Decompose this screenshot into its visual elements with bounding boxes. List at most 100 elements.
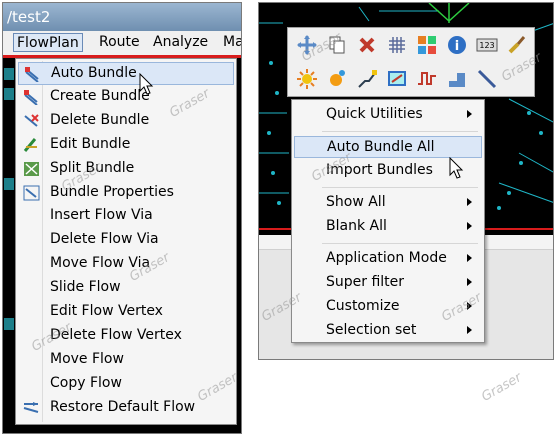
context-item-label: Blank All <box>326 218 387 234</box>
step-icon[interactable] <box>446 68 468 90</box>
context-item-selection-set[interactable]: Selection set <box>294 320 482 342</box>
menu-separator <box>322 243 478 244</box>
menu-item-label: Delete Flow Via <box>50 231 159 248</box>
line-icon[interactable] <box>476 68 498 90</box>
menu-analyze[interactable]: Analyze <box>153 33 208 52</box>
context-item-label: Application Mode <box>326 250 447 266</box>
canvas-window: i 123 Quick Utilities Auto Bundle All Impor… <box>258 2 554 360</box>
mouse-cursor-icon <box>449 157 464 179</box>
zoom-fit-icon[interactable] <box>386 68 408 90</box>
window-title: /test2 <box>3 3 241 31</box>
menu-item-label: Restore Default Flow <box>50 398 196 415</box>
context-item-label: Import Bundles <box>326 162 433 178</box>
submenu-arrow-icon <box>467 254 472 262</box>
info-icon[interactable]: i <box>446 34 468 56</box>
menu-item-delete-bundle[interactable]: Delete Bundle <box>18 110 234 133</box>
menu-item-copy-flow[interactable]: Copy Flow <box>18 373 234 396</box>
submenu-arrow-icon <box>467 278 472 286</box>
grid-icon[interactable] <box>386 34 408 56</box>
context-item-label: Auto Bundle All <box>327 139 435 155</box>
context-item-label: Super filter <box>326 274 405 290</box>
context-item-label: Selection set <box>326 322 417 338</box>
menu-item-label: Edit Flow Vertex <box>50 303 163 319</box>
brush-icon[interactable] <box>506 34 528 56</box>
menu-item-edit-flow-vertex[interactable]: Edit Flow Vertex <box>18 301 234 324</box>
floating-toolbar: i 123 <box>287 27 535 97</box>
context-item-label: Show All <box>326 194 386 210</box>
delete-icon[interactable] <box>356 34 378 56</box>
menu-item-delete-flow-via[interactable]: Delete Flow Via <box>18 229 234 252</box>
submenu-arrow-icon <box>467 326 472 334</box>
context-item-application-mode[interactable]: Application Mode <box>294 248 482 270</box>
copy-icon[interactable] <box>326 34 348 56</box>
menu-item-label: Copy Flow <box>50 374 122 391</box>
menu-item-delete-flow-vertex[interactable]: Delete Flow Vertex <box>18 325 234 348</box>
menu-item-restore-default-flow[interactable]: Restore Default Flow <box>18 397 234 420</box>
bundle-edit-icon <box>23 137 40 153</box>
context-item-auto-bundle-all[interactable]: Auto Bundle All <box>294 136 482 158</box>
submenu-arrow-icon <box>467 110 472 118</box>
context-item-blank-all[interactable]: Blank All <box>294 216 482 238</box>
menu-item-slide-flow[interactable]: Slide Flow <box>18 277 234 300</box>
menu-separator <box>322 187 478 188</box>
connect-icon[interactable] <box>356 68 378 90</box>
menu-item-label: Split Bundle <box>50 159 135 176</box>
menu-item-label: Move Flow <box>50 350 124 367</box>
menu-item-move-flow[interactable]: Move Flow <box>18 349 234 372</box>
menu-item-label: Delete Flow Vertex <box>50 326 182 343</box>
canvas-mark <box>4 88 14 100</box>
canvas-mark <box>4 68 14 80</box>
canvas-mark <box>4 318 14 330</box>
context-item-customize[interactable]: Customize <box>294 296 482 318</box>
svg-text:123: 123 <box>479 41 494 50</box>
menu-separator <box>322 131 478 132</box>
bundle-delete-icon <box>23 113 40 129</box>
svg-text:i: i <box>455 39 459 54</box>
menu-item-label: Bundle Properties <box>50 183 174 200</box>
dehighlight-icon[interactable] <box>326 68 348 90</box>
measure-icon[interactable]: 123 <box>476 34 498 56</box>
move-icon[interactable] <box>296 34 318 56</box>
menu-item-bundle-properties[interactable]: Bundle Properties <box>18 182 234 205</box>
menu-item-move-flow-via[interactable]: Move Flow Via <box>18 253 234 276</box>
menu-item-label: Insert Flow Via <box>50 207 153 224</box>
color-palette-icon[interactable] <box>416 34 438 56</box>
menu-route[interactable]: Route <box>99 33 140 52</box>
menu-item-edit-bundle[interactable]: Edit Bundle <box>18 134 234 157</box>
flowplan-dropdown-menu: Auto Bundle Create Bundle Delete Bundle Edi… <box>15 58 237 425</box>
menu-item-label: Edit Bundle <box>50 135 131 152</box>
menu-item-auto-bundle[interactable]: Auto Bundle <box>18 62 234 85</box>
restore-flow-icon <box>23 400 40 416</box>
submenu-arrow-icon <box>467 198 472 206</box>
mouse-cursor-icon <box>139 73 154 95</box>
context-item-label: Customize <box>326 298 400 314</box>
menu-more[interactable]: Ma <box>223 33 241 52</box>
menu-item-label: Auto Bundle <box>51 65 137 81</box>
menu-item-split-bundle[interactable]: Split Bundle <box>18 158 234 181</box>
menu-item-label: Move Flow Via <box>50 255 151 272</box>
submenu-arrow-icon <box>467 302 472 310</box>
context-item-quick-utilities[interactable]: Quick Utilities <box>294 104 482 126</box>
context-item-show-all[interactable]: Show All <box>294 192 482 214</box>
menu-bar: FlowPlan Route Analyze Ma <box>3 31 241 56</box>
bundle-split-icon <box>23 161 40 177</box>
submenu-arrow-icon <box>467 222 472 230</box>
context-item-label: Quick Utilities <box>326 106 423 122</box>
menu-item-label: Slide Flow <box>50 279 121 296</box>
watermark-text: Graser <box>479 370 525 405</box>
menu-item-create-bundle[interactable]: Create Bundle <box>18 86 234 109</box>
wave-icon[interactable] <box>416 68 438 90</box>
canvas-mark <box>4 178 14 190</box>
flowplan-window: /test2 FlowPlan Route Analyze Ma Auto Bu… <box>2 2 242 434</box>
menu-flowplan[interactable]: FlowPlan <box>13 33 83 52</box>
menu-item-label: Create Bundle <box>50 87 150 104</box>
menu-item-insert-flow-via[interactable]: Insert Flow Via <box>18 205 234 228</box>
menu-item-label: Delete Bundle <box>50 111 150 128</box>
context-menu: Quick Utilities Auto Bundle All Import Bun… <box>291 99 485 343</box>
highlight-icon[interactable] <box>296 68 318 90</box>
bundle-icon <box>23 89 40 106</box>
context-item-super-filter[interactable]: Super filter <box>294 272 482 294</box>
bundle-properties-icon <box>23 185 40 201</box>
bundle-icon <box>24 66 41 83</box>
canvas-edge <box>3 58 15 425</box>
